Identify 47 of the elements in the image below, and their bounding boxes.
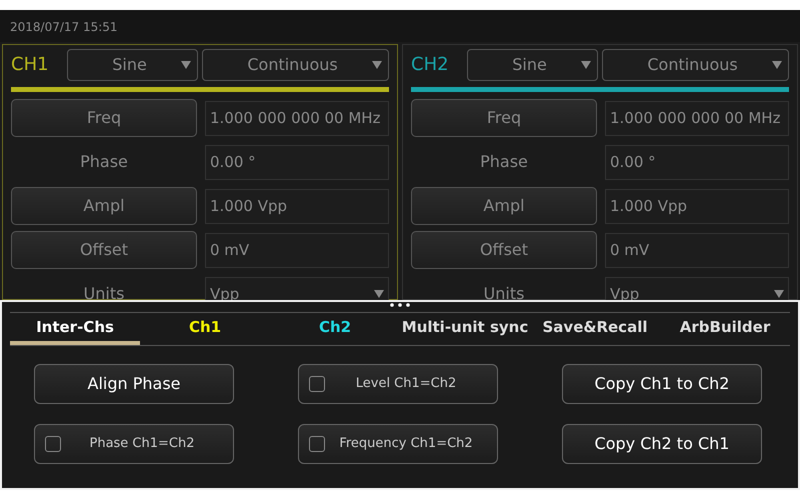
parameter-button[interactable]: Freq [11, 99, 197, 137]
parameter-label: Phase [479, 151, 529, 173]
date-time: 2018/07/17 15:51 [10, 19, 118, 36]
parameter-button[interactable]: Freq [411, 99, 597, 137]
tab[interactable]: Ch1 [140, 313, 270, 345]
caret-icon [372, 61, 382, 69]
action-button[interactable]: Copy Ch1 to Ch2 [562, 364, 762, 404]
action-button[interactable]: Copy Ch2 to Ch1 [562, 424, 762, 464]
caret-icon [774, 290, 784, 298]
tab[interactable]: Inter-Chs [10, 313, 140, 345]
tab[interactable]: Multi-unit sync [400, 313, 530, 345]
channel-name: CH2 [411, 53, 450, 77]
checkbox-button[interactable]: Phase Ch1=Ch2 [34, 424, 234, 464]
value-field[interactable]: 1.000 Vpp [605, 188, 789, 224]
checkbox[interactable] [45, 436, 61, 452]
mode-dropdown[interactable]: Continuous [602, 49, 789, 81]
channel-name: CH1 [11, 53, 50, 77]
value-field[interactable]: 0 mV [605, 232, 789, 268]
tab[interactable]: ArbBuilder [660, 313, 790, 345]
value-field[interactable]: 0.00 ° [205, 144, 389, 180]
value-field[interactable]: 0 mV [205, 232, 389, 268]
parameter-button[interactable]: Offset [11, 231, 197, 269]
caret-icon [772, 61, 782, 69]
waveform-dropdown[interactable]: Sine [467, 49, 598, 81]
value-field[interactable]: 1.000 000 000 00 MHz [205, 100, 389, 136]
value-field[interactable]: 1.000 Vpp [205, 188, 389, 224]
caret-icon [581, 61, 592, 69]
parameter-button[interactable]: Offset [411, 231, 597, 269]
parameter-label: Units [482, 283, 526, 305]
parameter-button[interactable]: Ampl [411, 187, 597, 225]
tab[interactable]: Ch2 [270, 313, 400, 345]
waveform-dropdown[interactable]: Sine [67, 49, 198, 81]
tab[interactable]: Save&Recall [530, 313, 660, 345]
grip-icon[interactable] [390, 303, 410, 307]
checkbox-button[interactable]: Level Ch1=Ch2 [298, 364, 498, 404]
parameter-button[interactable]: Ampl [11, 187, 197, 225]
checkbox-button[interactable]: Frequency Ch1=Ch2 [298, 424, 498, 464]
parameter-label: Phase [79, 151, 129, 173]
caret-icon [181, 61, 192, 69]
mode-dropdown[interactable]: Continuous [202, 49, 389, 81]
value-field[interactable]: 1.000 000 000 00 MHz [605, 100, 789, 136]
parameter-label: Units [82, 283, 126, 305]
checkbox[interactable] [309, 436, 325, 452]
caret-icon [374, 290, 384, 298]
value-field[interactable]: 0.00 ° [605, 144, 789, 180]
checkbox[interactable] [309, 376, 325, 392]
action-button[interactable]: Align Phase [34, 364, 234, 404]
